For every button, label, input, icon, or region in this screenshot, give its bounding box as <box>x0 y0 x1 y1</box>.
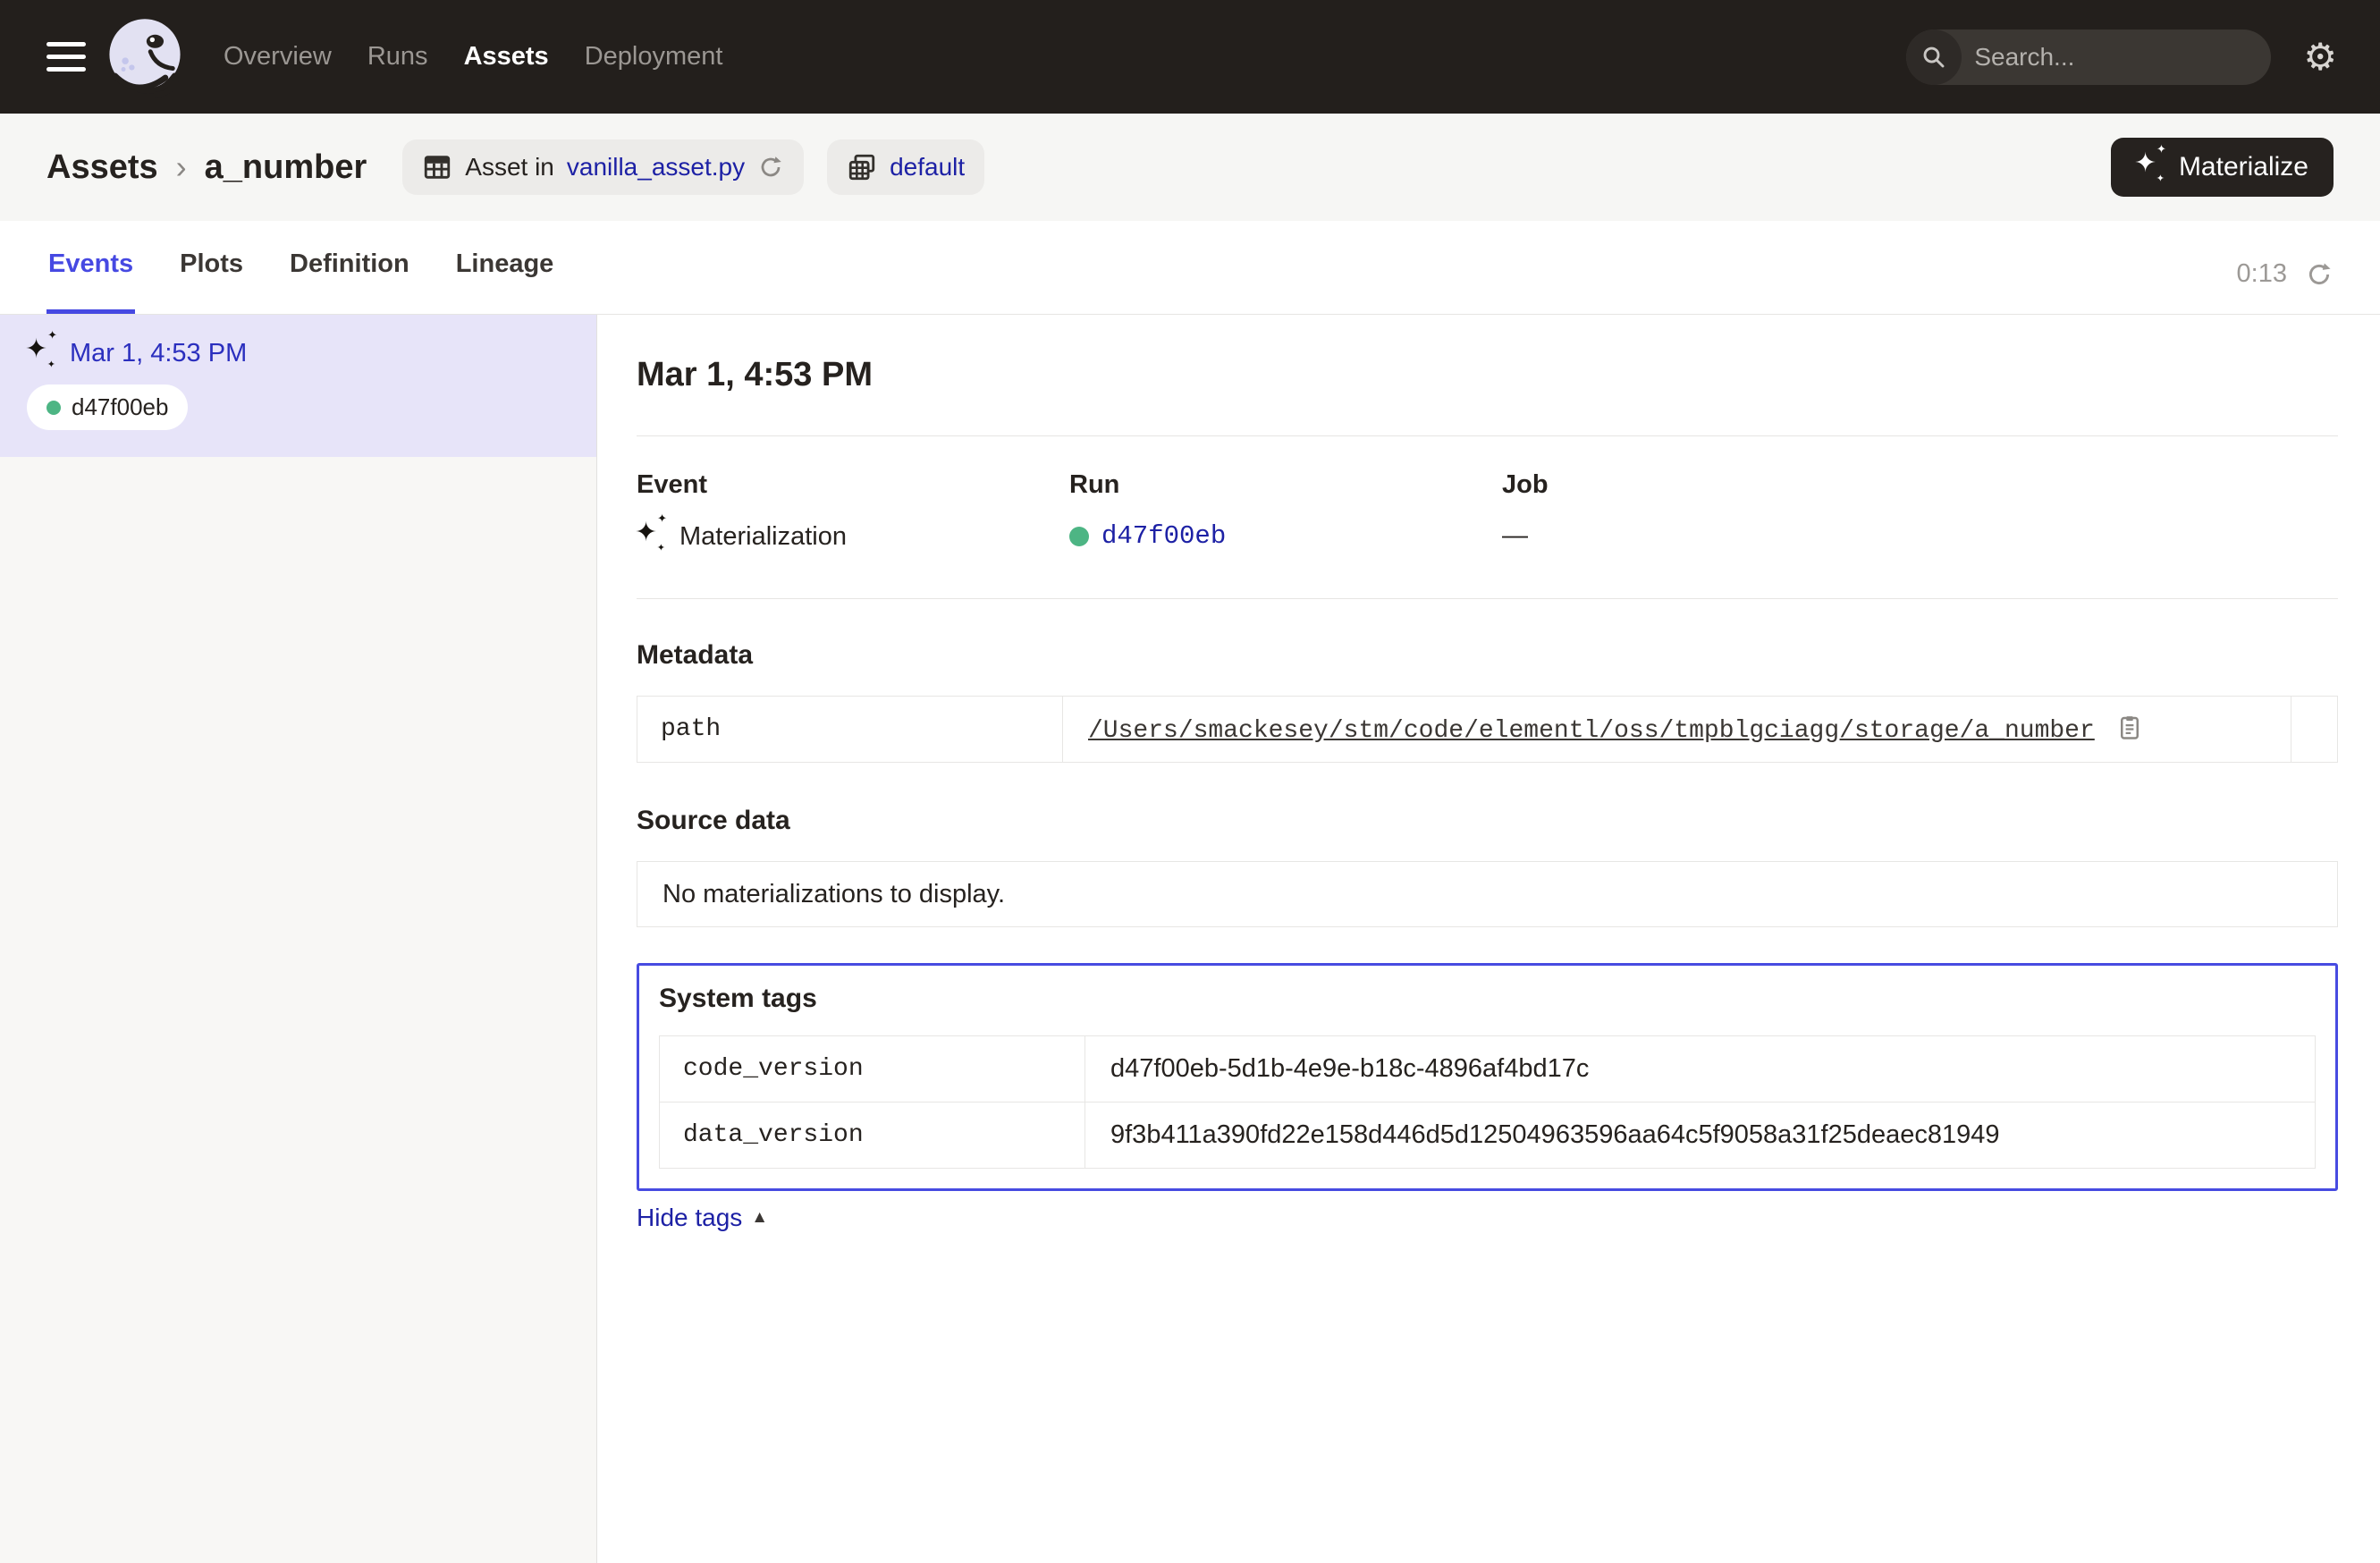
nav-item-assets[interactable]: Assets <box>464 42 549 72</box>
asset-group-badge[interactable]: default <box>827 139 984 195</box>
breadcrumb-chevron-icon: › <box>176 148 187 186</box>
group-name-link[interactable]: default <box>890 153 965 182</box>
system-tags-heading: System tags <box>659 984 2316 1014</box>
nav-item-runs[interactable]: Runs <box>367 42 428 72</box>
top-nav: Overview Runs Assets Deployment / ⚙ <box>0 0 2380 114</box>
copy-clipboard-icon[interactable] <box>2116 714 2143 740</box>
event-column-label: Event <box>637 470 1069 500</box>
job-column-label: Job <box>1502 470 2338 500</box>
materialize-button[interactable]: ✦✦✦ Materialize <box>2111 138 2334 197</box>
tab-events[interactable]: Events <box>46 249 135 314</box>
search-input[interactable] <box>1962 43 2271 72</box>
hide-tags-link[interactable]: Hide tags ▲ <box>637 1204 2338 1232</box>
event-type-value: Materialization <box>679 522 847 552</box>
metadata-table: path /Users/smackesey/stm/code/elementl/… <box>637 696 2338 763</box>
hamburger-menu-icon[interactable] <box>46 42 86 72</box>
event-date-link[interactable]: Mar 1, 4:53 PM <box>70 339 247 368</box>
job-empty-value: — <box>1502 521 1528 551</box>
breadcrumb-asset-name: a_number <box>205 148 367 187</box>
metadata-action-cell <box>2291 697 2338 763</box>
path-value-link[interactable]: /Users/smackesey/stm/code/elementl/oss/t… <box>1088 717 2095 745</box>
asset-tabs-bar: Events Plots Definition Lineage 0:13 <box>0 221 2380 315</box>
metadata-key: path <box>637 697 1063 763</box>
divider <box>637 435 2338 436</box>
metadata-heading: Metadata <box>637 640 2338 671</box>
dagster-logo-icon[interactable] <box>100 13 190 102</box>
tab-plots[interactable]: Plots <box>178 249 245 314</box>
event-list-sidebar: ✦✦✦ Mar 1, 4:53 PM d47f00eb <box>0 315 597 1563</box>
materialization-sparkle-icon: ✦✦✦ <box>27 338 57 368</box>
primary-nav: Overview Runs Assets Deployment <box>224 42 722 72</box>
asset-location-prefix: Asset in <box>465 153 554 182</box>
divider <box>637 598 2338 599</box>
system-tags-table: code_version d47f00eb-5d1b-4e9e-b18c-489… <box>659 1035 2316 1169</box>
tag-value: d47f00eb-5d1b-4e9e-b18c-4896af4bd17c <box>1085 1036 2316 1103</box>
run-id-pill[interactable]: d47f00eb <box>27 384 188 430</box>
run-id-link[interactable]: d47f00eb <box>1101 521 1226 551</box>
nav-item-deployment[interactable]: Deployment <box>585 42 723 72</box>
tab-lineage[interactable]: Lineage <box>454 249 556 314</box>
search-icon <box>1906 30 1962 85</box>
table-row: code_version d47f00eb-5d1b-4e9e-b18c-489… <box>660 1036 2316 1103</box>
tag-key: code_version <box>660 1036 1085 1103</box>
event-summary-grid: Event ✦✦✦ Materialization Run d47f00eb J… <box>637 470 2338 552</box>
caret-up-icon: ▲ <box>751 1208 768 1228</box>
materialize-button-label: Materialize <box>2179 152 2308 182</box>
source-data-heading: Source data <box>637 806 2338 836</box>
settings-gear-icon[interactable]: ⚙ <box>2303 38 2337 76</box>
asset-location-badge[interactable]: Asset in vanilla_asset.py <box>402 139 804 195</box>
breadcrumb-root[interactable]: Assets <box>46 148 158 187</box>
search-box[interactable]: / <box>1906 30 2271 85</box>
table-grid-icon <box>422 152 452 182</box>
run-id-label: d47f00eb <box>72 393 168 421</box>
event-list-item-selected[interactable]: ✦✦✦ Mar 1, 4:53 PM d47f00eb <box>0 315 596 457</box>
table-row: data_version 9f3b411a390fd22e158d446d5d1… <box>660 1103 2316 1169</box>
hide-tags-label: Hide tags <box>637 1204 742 1232</box>
refresh-icon[interactable] <box>2305 260 2334 289</box>
run-status-dot <box>1069 527 1089 546</box>
source-data-empty-message: No materializations to display. <box>637 861 2338 927</box>
materialization-sparkle-icon: ✦✦✦ <box>637 521 667 552</box>
tag-value: 9f3b411a390fd22e158d446d5d12504963596aa6… <box>1085 1103 2316 1169</box>
asset-file-link[interactable]: vanilla_asset.py <box>567 153 745 182</box>
run-column-label: Run <box>1069 470 1502 500</box>
event-title: Mar 1, 4:53 PM <box>637 356 2338 394</box>
refresh-countdown: 0:13 <box>2237 259 2287 289</box>
tab-definition[interactable]: Definition <box>288 249 411 314</box>
run-status-dot <box>46 401 61 415</box>
reload-definitions-icon[interactable] <box>757 154 784 181</box>
system-tags-section: System tags code_version d47f00eb-5d1b-4… <box>637 963 2338 1191</box>
asset-header-bar: Assets › a_number Asset in vanilla_asset… <box>0 114 2380 221</box>
nav-item-overview[interactable]: Overview <box>224 42 332 72</box>
event-detail-panel: Mar 1, 4:53 PM Event ✦✦✦ Materialization… <box>597 315 2380 1563</box>
group-grid-icon <box>847 152 877 182</box>
sparkle-icon: ✦✦✦ <box>2136 152 2166 182</box>
tag-key: data_version <box>660 1103 1085 1169</box>
table-row: path /Users/smackesey/stm/code/elementl/… <box>637 697 2338 763</box>
